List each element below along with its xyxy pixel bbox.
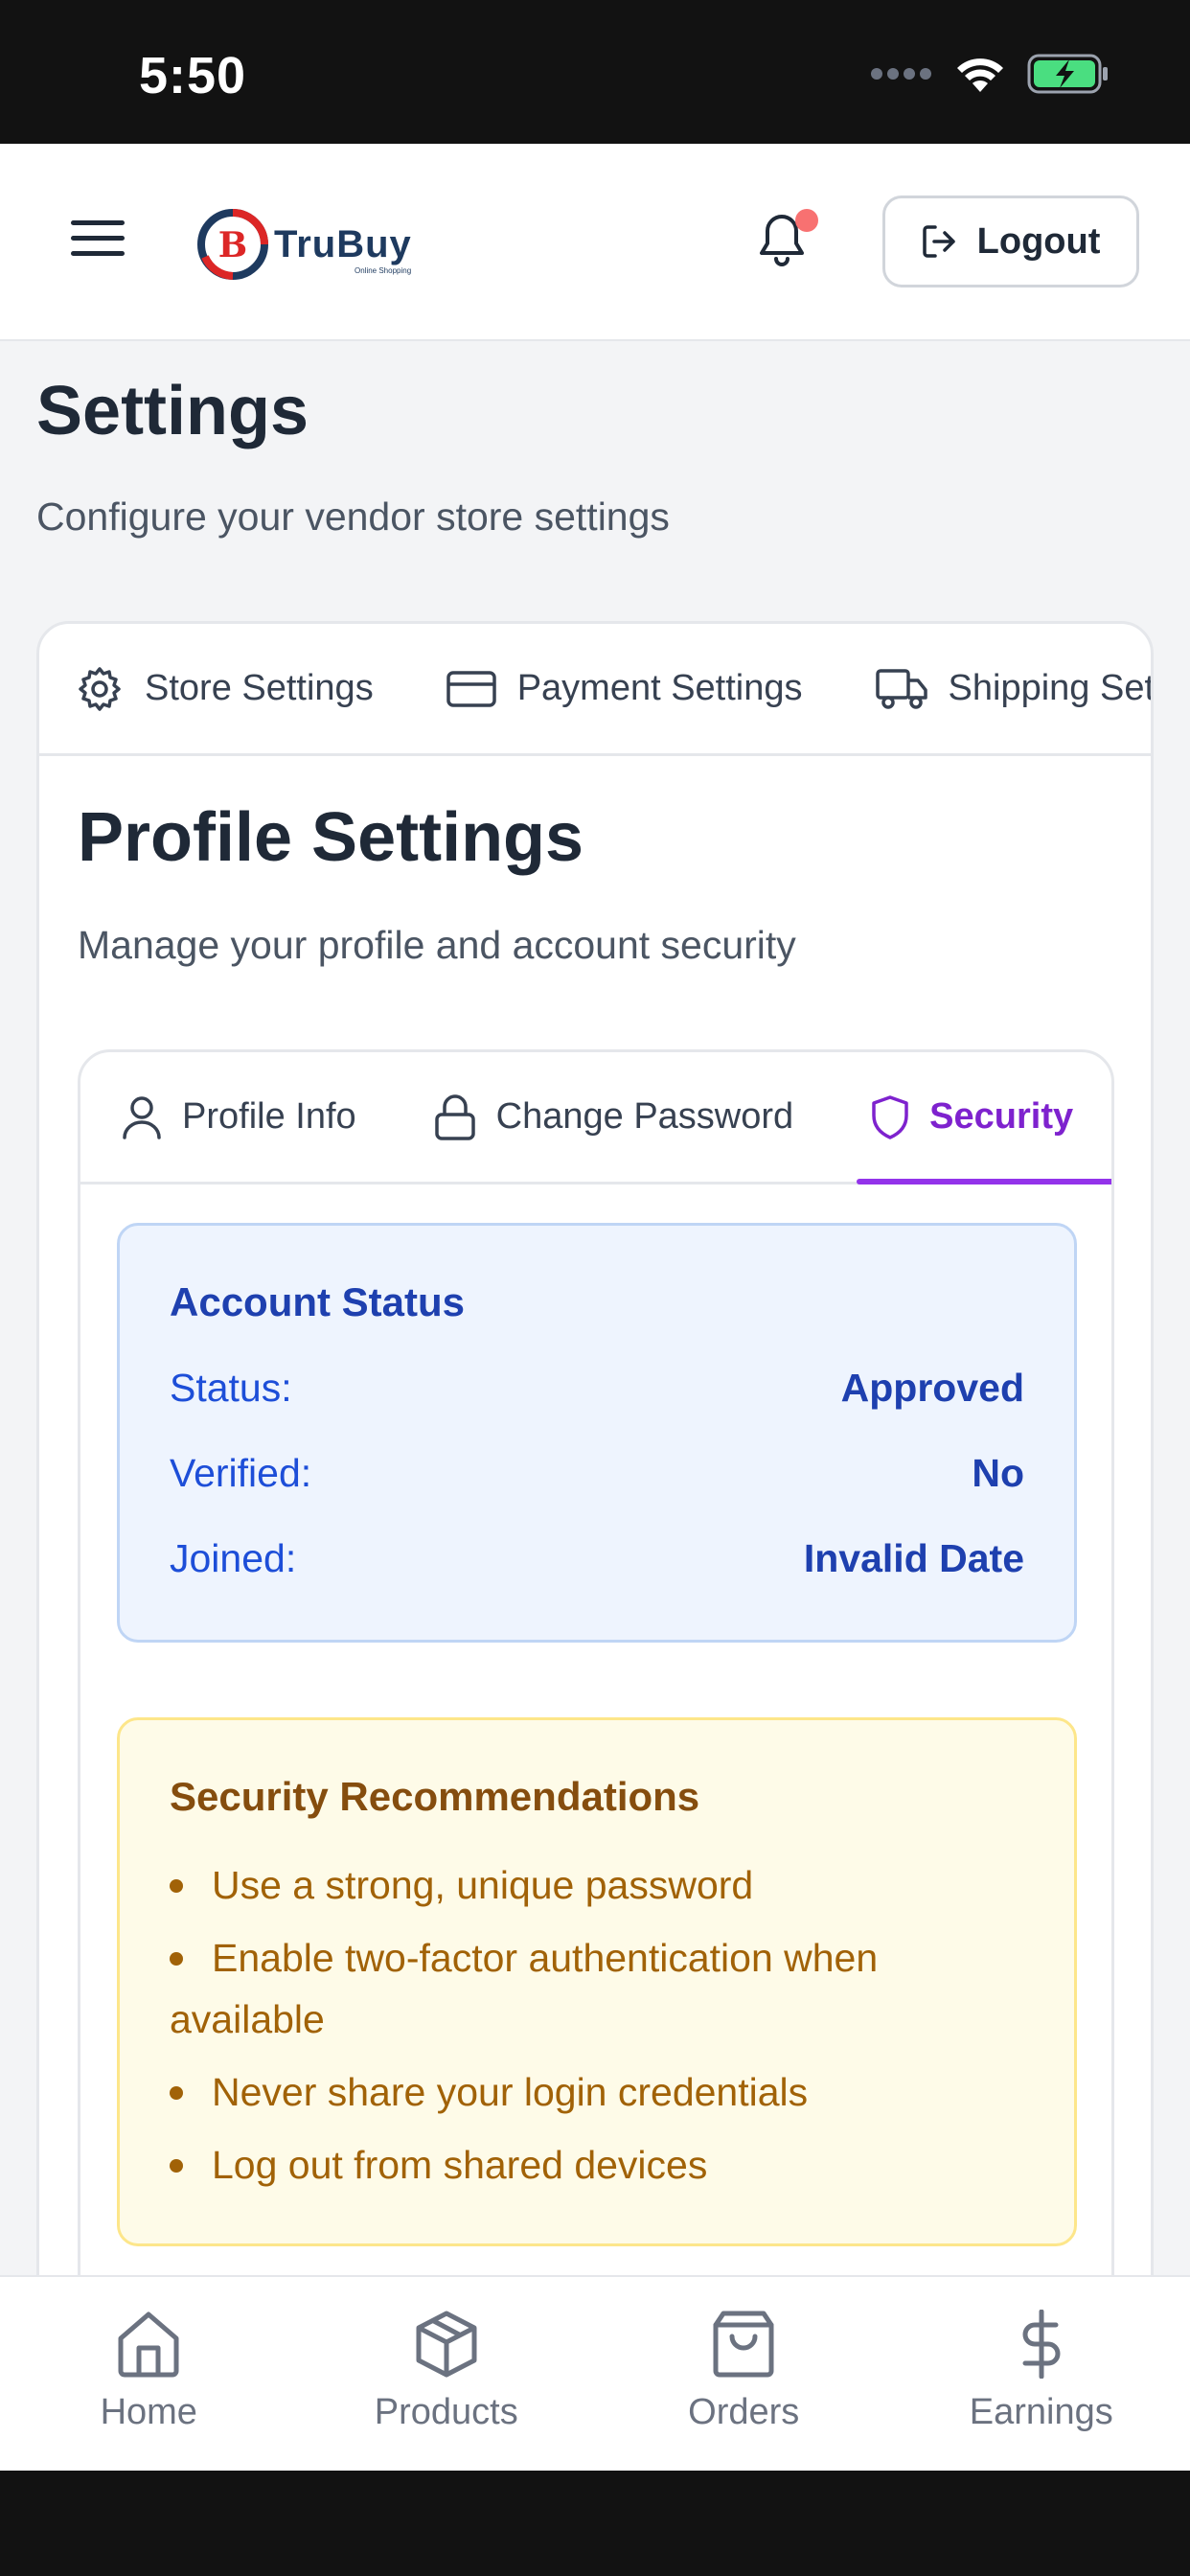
verified-label: Verified: [170, 1451, 312, 1495]
logout-label: Logout [976, 220, 1101, 262]
menu-line [71, 251, 125, 256]
svg-text:B: B [218, 225, 247, 265]
menu-line [71, 220, 125, 225]
nav-orders[interactable]: Orders [595, 2277, 893, 2471]
settings-tabs: Store Settings Payment Settings Shipping… [39, 624, 1151, 756]
tab-shipping-settings[interactable]: Shipping Settings [875, 667, 1151, 711]
verified-value: No [972, 1451, 1024, 1495]
cellular-signal-icon [871, 68, 931, 80]
menu-line [71, 236, 125, 241]
tab-payment-settings[interactable]: Payment Settings [446, 668, 803, 709]
gear-icon [79, 666, 121, 711]
app-header: B TruBuy Online Shopping Logout [0, 144, 1190, 341]
nav-earnings-label: Earnings [969, 2392, 1113, 2432]
notification-badge-dot [795, 209, 818, 232]
nav-products[interactable]: Products [298, 2277, 596, 2471]
tab-payment-settings-label: Payment Settings [516, 668, 803, 708]
status-label: Status: [170, 1366, 292, 1410]
recommendation-item: Enable two-factor authentication when av… [170, 1927, 1032, 2050]
status-row: Status: Approved [170, 1366, 1024, 1411]
tab-store-settings-label: Store Settings [145, 668, 374, 708]
bottom-nav: Home Products Orders Earnings [0, 2275, 1190, 2471]
trubuy-logo-icon: B [197, 209, 268, 280]
shield-icon [872, 1094, 908, 1139]
profile-card: Profile Info Change Password Security Ac… [78, 1049, 1114, 2343]
hamburger-menu-button[interactable] [71, 220, 125, 263]
wifi-icon [957, 58, 1003, 92]
tab-change-password-label: Change Password [495, 1096, 794, 1137]
dollar-icon [1022, 2310, 1061, 2379]
logo-text: TruBuy [274, 222, 412, 265]
verified-row: Verified: No [170, 1451, 1024, 1496]
active-tab-indicator [857, 1179, 1111, 1184]
nav-earnings[interactable]: Earnings [893, 2277, 1190, 2471]
profile-settings-subtitle: Manage your profile and account security [78, 923, 796, 967]
page-subtitle: Configure your vendor store settings [36, 494, 670, 539]
recommendation-item: Log out from shared devices [170, 2134, 1032, 2196]
status-bar: 5:50 [0, 0, 1190, 144]
status-time: 5:50 [139, 47, 247, 104]
nav-products-label: Products [374, 2392, 518, 2432]
logo-tagline: Online Shopping [355, 266, 412, 275]
tab-profile-info-label: Profile Info [182, 1096, 356, 1137]
joined-row: Joined: Invalid Date [170, 1536, 1024, 1581]
battery-charging-icon [1027, 54, 1108, 94]
nav-orders-label: Orders [688, 2392, 800, 2432]
tab-shipping-settings-label: Shipping Settings [948, 668, 1151, 708]
nav-home[interactable]: Home [0, 2277, 298, 2471]
profile-settings-title: Profile Settings [78, 799, 584, 876]
profile-tabs: Profile Info Change Password Security [80, 1052, 1111, 1184]
nav-home-label: Home [100, 2392, 197, 2432]
credit-card-icon [446, 670, 496, 707]
recommendation-item: Use a strong, unique password [170, 1854, 1032, 1916]
joined-value: Invalid Date [803, 1536, 1024, 1580]
account-status-panel: Account Status Status: Approved Verified… [117, 1223, 1077, 1643]
recommendations-title: Security Recommendations [170, 1774, 700, 1819]
logout-icon [922, 225, 955, 258]
status-icons [870, 54, 1110, 94]
settings-card: Store Settings Payment Settings Shipping… [36, 621, 1154, 2346]
status-value: Approved [840, 1366, 1024, 1410]
tab-security[interactable]: Security [870, 1094, 1073, 1140]
shopping-bag-icon [713, 2311, 774, 2378]
security-recommendations-panel: Security Recommendations Use a strong, u… [117, 1717, 1077, 2246]
recommendations-list: Use a strong, unique password Enable two… [170, 1854, 1032, 2207]
tab-profile-info[interactable]: Profile Info [121, 1094, 356, 1140]
notifications-button[interactable] [757, 209, 818, 272]
joined-label: Joined: [170, 1536, 297, 1580]
user-icon [123, 1095, 161, 1139]
lock-icon [434, 1093, 475, 1140]
package-icon [416, 2311, 477, 2378]
tab-change-password[interactable]: Change Password [433, 1093, 794, 1141]
truck-icon [875, 668, 927, 709]
logout-button[interactable]: Logout [882, 196, 1139, 288]
home-icon [118, 2312, 179, 2378]
tab-security-label: Security [929, 1096, 1074, 1137]
tab-store-settings[interactable]: Store Settings [76, 665, 374, 713]
home-indicator-area [0, 2471, 1190, 2576]
recommendation-item: Never share your login credentials [170, 2061, 1032, 2123]
brand-logo[interactable]: B TruBuy Online Shopping [197, 209, 412, 280]
page-title: Settings [36, 373, 309, 449]
account-status-title: Account Status [170, 1279, 466, 1324]
